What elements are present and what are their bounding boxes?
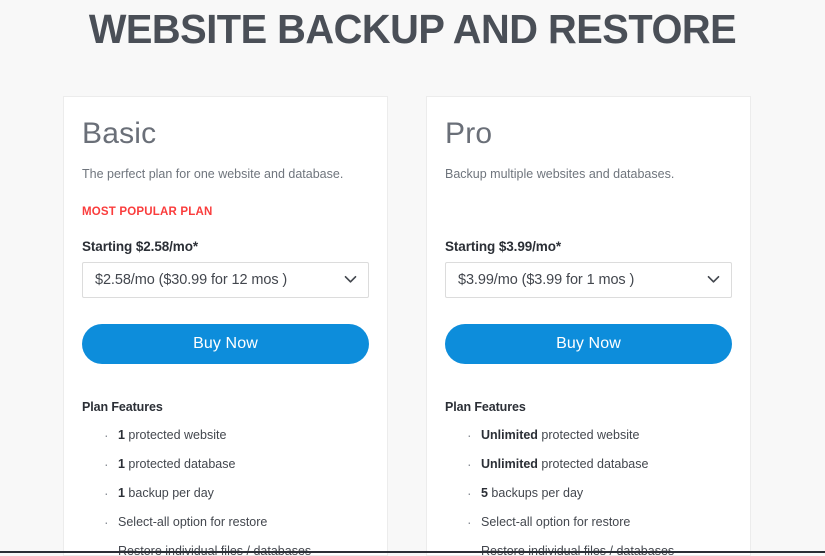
feature-text: backup per day xyxy=(124,486,214,501)
feature-emphasis: Unlimited xyxy=(481,428,538,443)
feature-text: protected database xyxy=(124,457,236,472)
feature-text: protected website xyxy=(124,428,227,443)
chevron-down-icon xyxy=(707,271,720,289)
list-item: Unlimited protected website xyxy=(467,427,732,444)
list-item: 1 protected database xyxy=(104,456,369,473)
plan-features-title: Plan Features xyxy=(82,400,163,415)
plan-name: Pro xyxy=(445,117,493,150)
feature-text: Select-all option for restore xyxy=(481,515,631,530)
feature-emphasis: 1 xyxy=(118,428,125,443)
list-item: 1 backup per day xyxy=(104,485,369,502)
term-select-value: $3.99/mo ($3.99 for 1 mos ) xyxy=(458,272,635,289)
chevron-down-icon xyxy=(344,271,357,289)
pricing-cards-container: Basic The perfect plan for one website a… xyxy=(63,96,751,556)
feature-text: Select-all option for restore xyxy=(118,515,268,530)
buy-now-button[interactable]: Buy Now xyxy=(445,324,732,365)
badge-slot xyxy=(445,202,732,217)
plan-description: Backup multiple websites and databases. xyxy=(445,167,675,181)
list-item: Select-all option for restore xyxy=(467,514,732,531)
feature-text: protected database xyxy=(537,457,649,472)
term-select[interactable]: $2.58/mo ($30.99 for 12 mos ) xyxy=(82,262,369,299)
feature-emphasis: 5 xyxy=(481,486,488,501)
feature-emphasis: 1 xyxy=(118,457,125,472)
list-item: 1 protected website xyxy=(104,427,369,444)
most-popular-badge: MOST POPULAR PLAN xyxy=(82,206,213,219)
plan-features-list: Unlimited protected website Unlimited pr… xyxy=(445,427,732,555)
feature-text: backups per day xyxy=(487,486,584,501)
list-item: 5 backups per day xyxy=(467,485,732,502)
term-select[interactable]: $3.99/mo ($3.99 for 1 mos ) xyxy=(445,262,732,299)
plan-description: The perfect plan for one website and dat… xyxy=(82,167,344,181)
starting-price-label: Starting $3.99/mo* xyxy=(445,239,561,255)
plan-name: Basic xyxy=(82,117,157,150)
feature-emphasis: 1 xyxy=(118,486,125,501)
feature-emphasis: Unlimited xyxy=(481,457,538,472)
pricing-card-pro: Pro Backup multiple websites and databas… xyxy=(426,96,751,556)
plan-features-list: 1 protected website 1 protected database… xyxy=(82,427,369,555)
buy-now-button[interactable]: Buy Now xyxy=(82,324,369,365)
page-title: WEBSITE BACKUP AND RESTORE xyxy=(88,6,737,52)
starting-price-label: Starting $2.58/mo* xyxy=(82,239,198,255)
feature-text: protected website xyxy=(537,428,640,443)
list-item: Unlimited protected database xyxy=(467,456,732,473)
term-select-value: $2.58/mo ($30.99 for 12 mos ) xyxy=(95,272,288,289)
plan-features-title: Plan Features xyxy=(445,400,526,415)
list-item: Select-all option for restore xyxy=(104,514,369,531)
pricing-card-basic: Basic The perfect plan for one website a… xyxy=(63,96,388,556)
badge-slot: MOST POPULAR PLAN xyxy=(82,202,369,219)
